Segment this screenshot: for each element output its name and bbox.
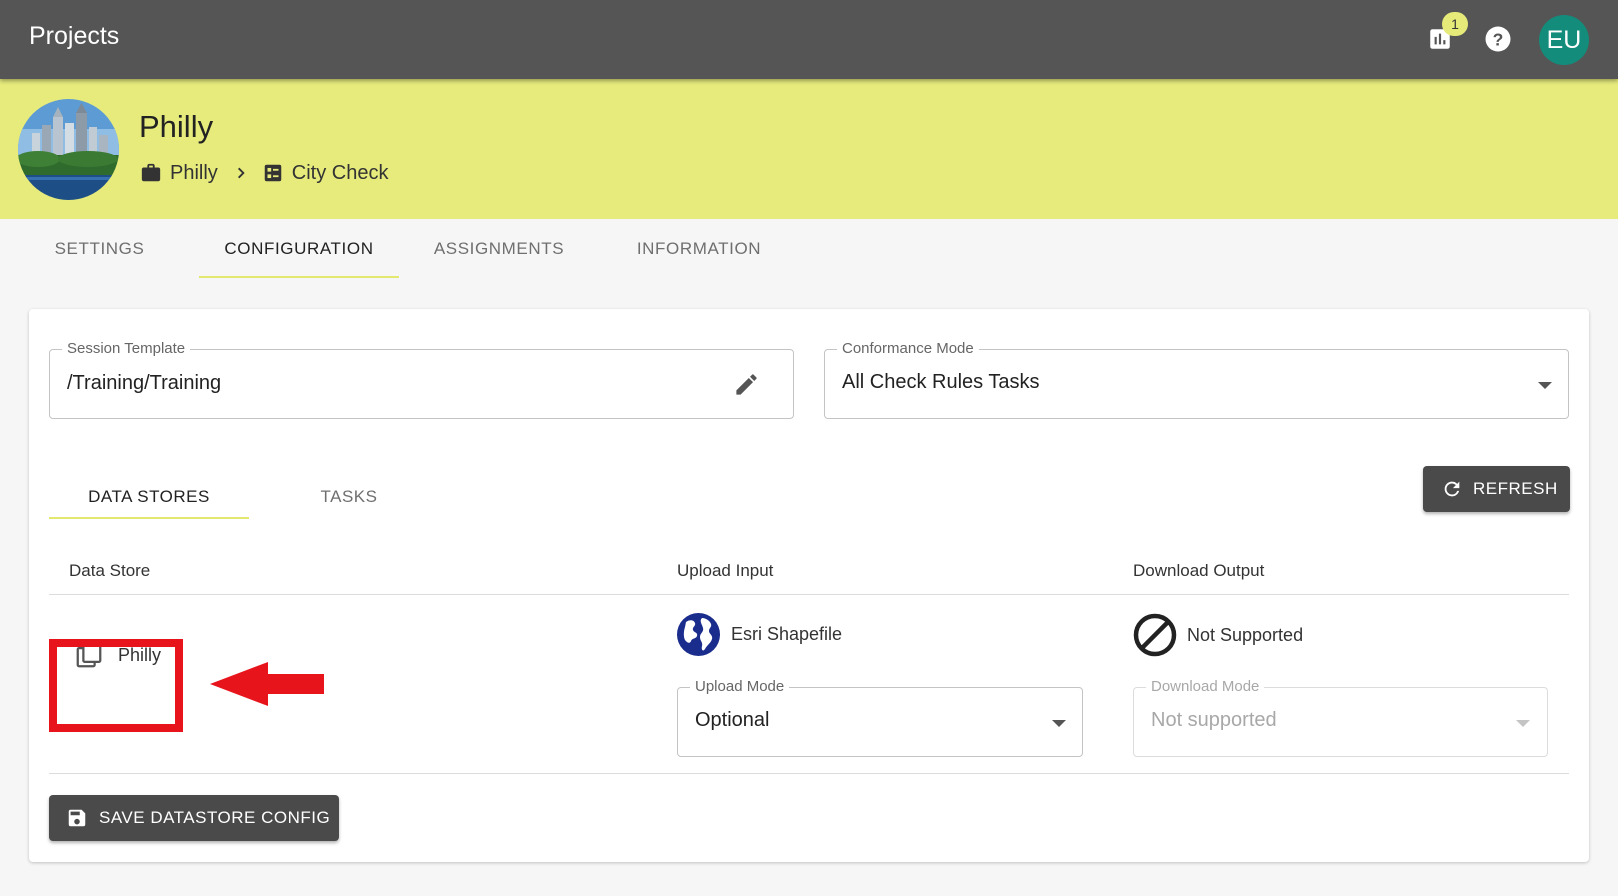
main-tabs: SETTINGS CONFIGURATION ASSIGNMENTS INFOR… [0,219,1618,279]
project-header: Philly Philly City Check [0,79,1618,219]
download-mode-select: Download Mode Not supported [1133,678,1548,757]
app-title: Projects [29,22,120,50]
user-avatar[interactable]: EU [1539,15,1589,65]
refresh-button[interactable]: REFRESH [1423,466,1570,512]
refresh-label: REFRESH [1473,479,1558,498]
tab-settings[interactable]: SETTINGS [0,219,199,279]
conformance-mode-select[interactable]: Conformance Mode All Check Rules Tasks [824,340,1569,419]
breadcrumb-check-label: City Check [291,161,389,184]
project-title: Philly [139,109,214,144]
pencil-icon[interactable] [733,371,760,398]
project-image [18,99,119,200]
upload-mode-label: Upload Mode [690,678,790,696]
globe-icon [677,613,720,656]
download-mode-label: Download Mode [1146,678,1265,696]
download-format: Not Supported [1133,613,1303,657]
not-supported-icon [1133,613,1177,657]
row-divider [49,773,1569,774]
breadcrumb: Philly City Check [140,158,389,188]
conformance-mode-label: Conformance Mode [837,340,979,358]
download-mode-value: Not supported [1151,709,1277,731]
chevron-down-icon [1516,720,1530,727]
tab-information[interactable]: INFORMATION [599,219,799,279]
svg-text:?: ? [1493,29,1504,49]
refresh-icon [1444,481,1460,497]
chevron-down-icon [1538,382,1552,389]
download-format-label: Not Supported [1187,624,1304,645]
chevron-right-icon [237,167,245,179]
top-app-bar: Projects 1 ? EU [0,0,1618,79]
column-header-download-output: Download Output [1133,561,1265,580]
checklist-icon [264,164,282,182]
briefcase-icon [141,163,161,182]
session-template-value: /Training/Training [67,372,222,394]
breadcrumb-project-label: Philly [170,161,218,184]
upload-format: Esri Shapefile [676,612,842,657]
session-template-label: Session Template [62,340,191,358]
subtab-data-stores[interactable]: DATA STORES [49,477,249,517]
tab-configuration[interactable]: CONFIGURATION [199,219,399,279]
session-template-field[interactable]: Session Template /Training/Training [49,340,794,419]
breadcrumb-project[interactable]: Philly [140,162,218,185]
notification-badge: 1 [1442,12,1468,36]
configuration-card: Session Template /Training/Training Conf… [29,309,1589,862]
column-header-upload-input: Upload Input [677,561,774,580]
upload-mode-select[interactable]: Upload Mode Optional [677,678,1083,757]
upload-mode-value: Optional [695,709,770,731]
breadcrumb-check[interactable]: City Check [262,162,389,185]
arrow-left-icon [210,662,324,706]
help-button[interactable]: ? [1481,22,1515,56]
upload-format-label: Esri Shapefile [731,624,843,644]
highlight-box [49,639,183,732]
tab-assignments[interactable]: ASSIGNMENTS [399,219,599,279]
help-icon: ? [1485,26,1511,52]
subtab-tasks[interactable]: TASKS [249,477,449,517]
conformance-mode-value: All Check Rules Tasks [842,371,1040,393]
chevron-down-icon [1052,720,1066,727]
column-header-data-store: Data Store [69,561,151,580]
active-tab-indicator [199,276,399,278]
active-subtab-indicator [49,517,249,519]
header-divider [49,594,1569,595]
save-datastore-config-label: SAVE DATASTORE CONFIG [99,808,331,827]
save-icon [68,809,86,827]
save-datastore-config-button[interactable]: SAVE DATASTORE CONFIG [49,795,339,841]
